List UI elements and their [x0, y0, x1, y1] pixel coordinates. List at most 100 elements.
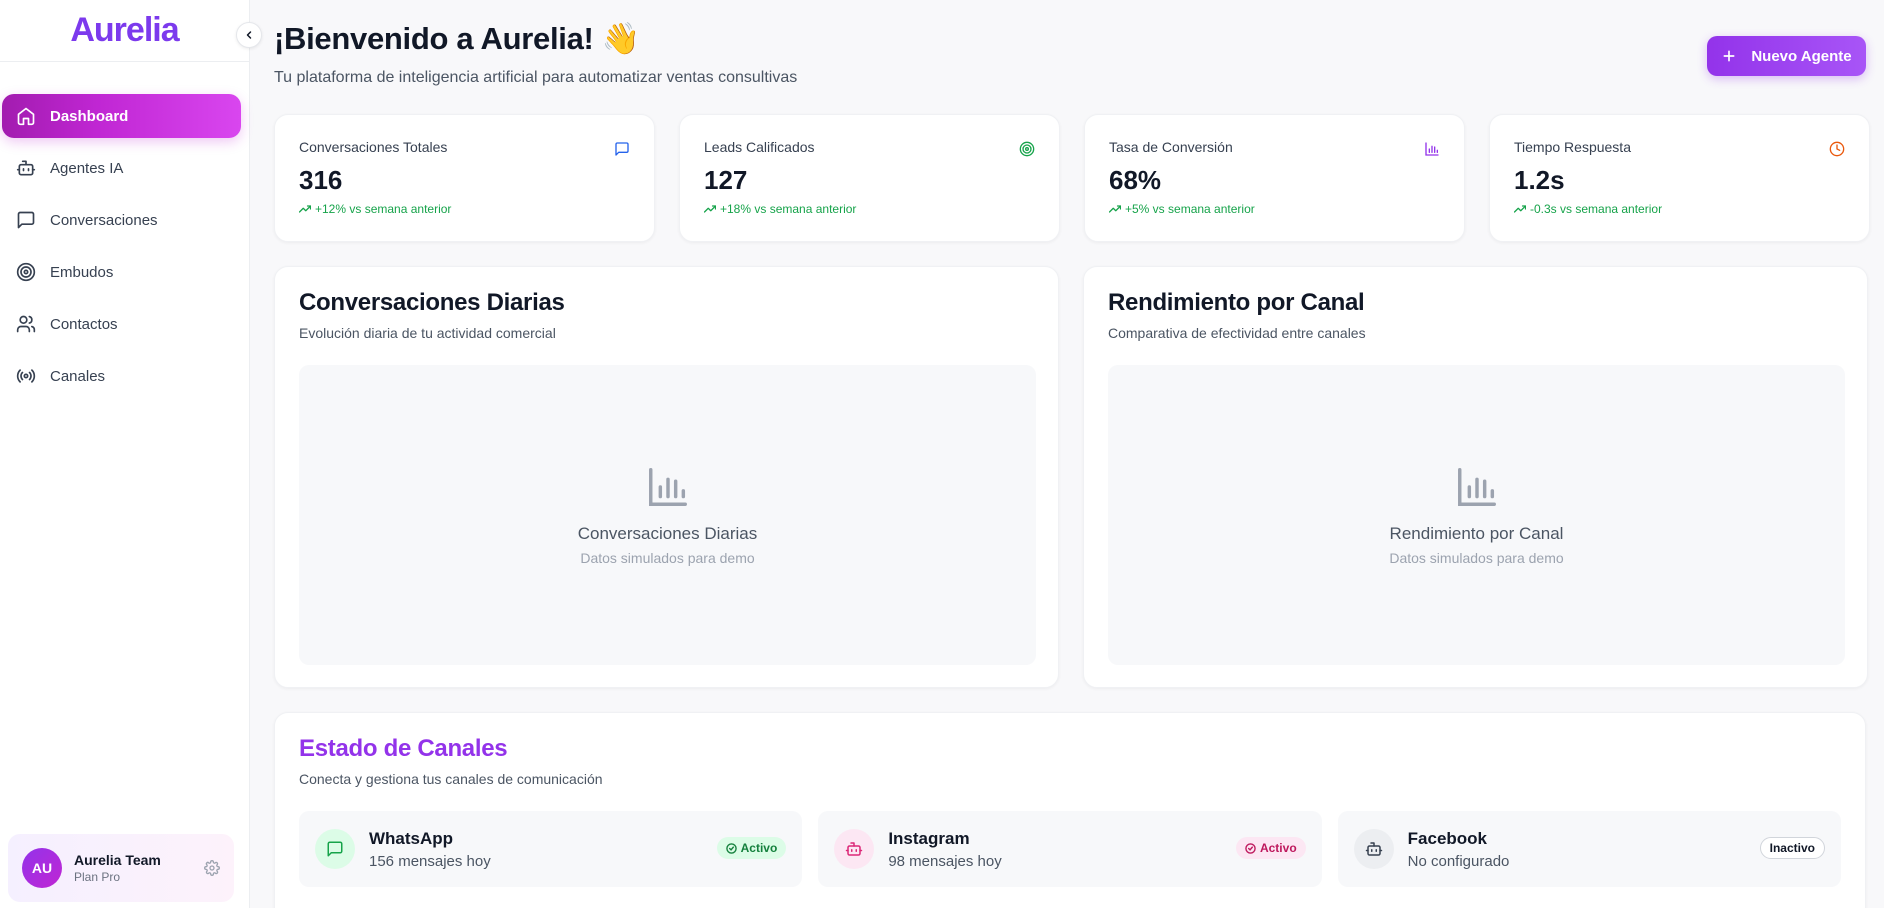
message-icon	[327, 841, 343, 857]
sidebar-item-label: Canales	[50, 367, 106, 385]
bot-icon	[16, 160, 36, 176]
message-icon	[17, 211, 35, 229]
trending-up-icon	[1514, 205, 1526, 213]
channel-name: WhatsApp	[369, 828, 454, 848]
avatar: AU	[22, 848, 62, 888]
trending-up-icon	[704, 205, 716, 213]
stat-value: 127	[704, 165, 748, 195]
channel-performance-panel: Rendimiento por Canal Comparativa de efe…	[1083, 266, 1868, 688]
status-label: Inactivo	[1769, 841, 1815, 855]
bot-icon	[846, 842, 863, 856]
user-info: Aurelia Team Plan Pro	[74, 852, 204, 884]
check-circle-icon	[725, 842, 737, 854]
home-icon	[17, 107, 35, 126]
panel-title: Conversaciones Diarias	[299, 289, 565, 316]
stat-change-text: +12% vs semana anterior	[315, 202, 452, 216]
channel-icon-wrap	[834, 829, 875, 869]
sidebar-item-label: Embudos	[50, 263, 114, 281]
sidebar-item-embudos[interactable]: Embudos	[2, 250, 241, 294]
new-agent-label: Nuevo Agente	[1751, 47, 1852, 65]
page-title: ¡Bienvenido a Aurelia! 👋	[274, 21, 641, 56]
stat-change-text: +18% vs semana anterior	[720, 202, 857, 216]
stat-value: 316	[299, 165, 343, 195]
channel-card-facebook[interactable]: Facebook No configurado Inactivo	[1337, 811, 1841, 887]
panel-subtitle: Evolución diaria de tu actividad comerci…	[299, 325, 556, 341]
new-agent-button[interactable]: Nuevo Agente	[1707, 36, 1866, 76]
trending-up-icon	[299, 205, 311, 213]
sidebar-item-contactos[interactable]: Contactos	[2, 302, 241, 346]
stat-card-conversion: Tasa de Conversión 68% +5% vs semana ant…	[1084, 114, 1465, 242]
target-icon	[1019, 141, 1035, 157]
sidebar-item-dashboard[interactable]: Dashboard	[2, 94, 241, 138]
sidebar-item-agentes[interactable]: Agentes IA	[2, 146, 241, 190]
gear-icon[interactable]	[204, 860, 220, 876]
channels-status-panel: Estado de Canales Conecta y gestiona tus…	[274, 712, 1866, 908]
channels-title: Estado de Canales	[299, 735, 508, 762]
trending-up-icon	[1109, 205, 1121, 213]
sidebar-item-conversaciones[interactable]: Conversaciones	[2, 198, 241, 242]
stat-change: -0.3s vs semana anterior	[1514, 202, 1845, 216]
stat-label: Tasa de Conversión	[1109, 139, 1233, 155]
channel-detail: 98 mensajes hoy	[888, 852, 1002, 870]
channel-info: Facebook No configurado	[1408, 829, 1510, 870]
sidebar-item-canales[interactable]: Canales	[2, 354, 241, 398]
channel-card-whatsapp[interactable]: WhatsApp 156 mensajes hoy Activo	[299, 811, 803, 887]
stat-card-leads: Leads Calificados 127 +18% vs semana ant…	[679, 114, 1060, 242]
stat-value: 68%	[1109, 165, 1162, 195]
stat-change: +18% vs semana anterior	[704, 202, 1035, 216]
daily-conversations-panel: Conversaciones Diarias Evolución diaria …	[274, 266, 1059, 688]
channel-detail: 156 mensajes hoy	[369, 852, 491, 870]
sidebar-item-label: Conversaciones	[50, 211, 158, 229]
channel-icon-wrap	[1353, 829, 1394, 869]
stat-label: Tiempo Respuesta	[1514, 139, 1631, 155]
panels-row: Conversaciones Diarias Evolución diaria …	[274, 266, 1868, 688]
stat-change-text: +5% vs semana anterior	[1125, 202, 1255, 216]
clock-icon	[1829, 141, 1845, 157]
panel-title: Rendimiento por Canal	[1108, 289, 1365, 316]
check-circle-icon	[1245, 842, 1256, 854]
bar-chart-icon	[1425, 142, 1439, 156]
placeholder-title: Conversaciones Diarias	[577, 524, 758, 543]
channel-icon-wrap	[315, 829, 355, 869]
stat-label: Conversaciones Totales	[299, 139, 448, 155]
placeholder-title: Rendimiento por Canal	[1389, 524, 1564, 543]
user-plan: Plan Pro	[74, 870, 121, 884]
stat-value: 1.2s	[1514, 165, 1565, 195]
bar-chart-icon	[1457, 468, 1496, 506]
sidebar-item-label: Agentes IA	[50, 159, 124, 177]
users-icon	[16, 315, 36, 333]
placeholder-subtitle: Datos simulados para demo	[1389, 550, 1564, 566]
page-subtitle: Tu plataforma de inteligencia artificial…	[274, 69, 798, 86]
bar-chart-icon	[648, 468, 687, 506]
user-card[interactable]: AU Aurelia Team Plan Pro	[8, 834, 234, 902]
stat-card-tiempo: Tiempo Respuesta 1.2s -0.3s vs semana an…	[1489, 114, 1870, 242]
sidebar-item-label: Contactos	[50, 315, 118, 333]
chart-placeholder: Conversaciones Diarias Datos simulados p…	[299, 365, 1036, 665]
channel-info: Instagram 98 mensajes hoy	[888, 829, 1001, 870]
user-name: Aurelia Team	[74, 852, 161, 868]
status-label: Activo	[740, 841, 778, 855]
status-badge: Activo	[1235, 837, 1306, 859]
radio-icon	[16, 369, 36, 383]
plus-icon	[1723, 50, 1735, 62]
panel-subtitle: Comparativa de efectividad entre canales	[1108, 325, 1366, 341]
collapse-sidebar-button[interactable]	[236, 22, 262, 48]
sidebar-nav: Dashboard Agentes IA Conversaciones Embu…	[0, 62, 249, 398]
stat-card-conversaciones: Conversaciones Totales 316 +12% vs seman…	[274, 114, 655, 242]
stats-row: Conversaciones Totales 316 +12% vs seman…	[274, 114, 1870, 242]
channel-name: Instagram	[888, 828, 970, 848]
sidebar: Aurelia Dashboard Agentes IA Conversacio…	[0, 0, 250, 908]
placeholder-subtitle: Datos simulados para demo	[580, 550, 755, 566]
status-label: Activo	[1259, 841, 1297, 855]
channel-detail: No configurado	[1407, 852, 1510, 870]
sidebar-item-label: Dashboard	[50, 107, 129, 125]
target-icon	[16, 262, 36, 282]
chevron-left-icon	[246, 31, 252, 39]
bot-icon	[1365, 842, 1382, 856]
stat-label: Leads Calificados	[704, 139, 815, 155]
status-badge: Inactivo	[1759, 837, 1825, 859]
message-icon	[615, 142, 629, 156]
stat-change: +5% vs semana anterior	[1109, 202, 1440, 216]
brand-logo[interactable]: Aurelia	[0, 0, 249, 62]
channel-card-instagram[interactable]: Instagram 98 mensajes hoy Activo	[818, 811, 1322, 887]
